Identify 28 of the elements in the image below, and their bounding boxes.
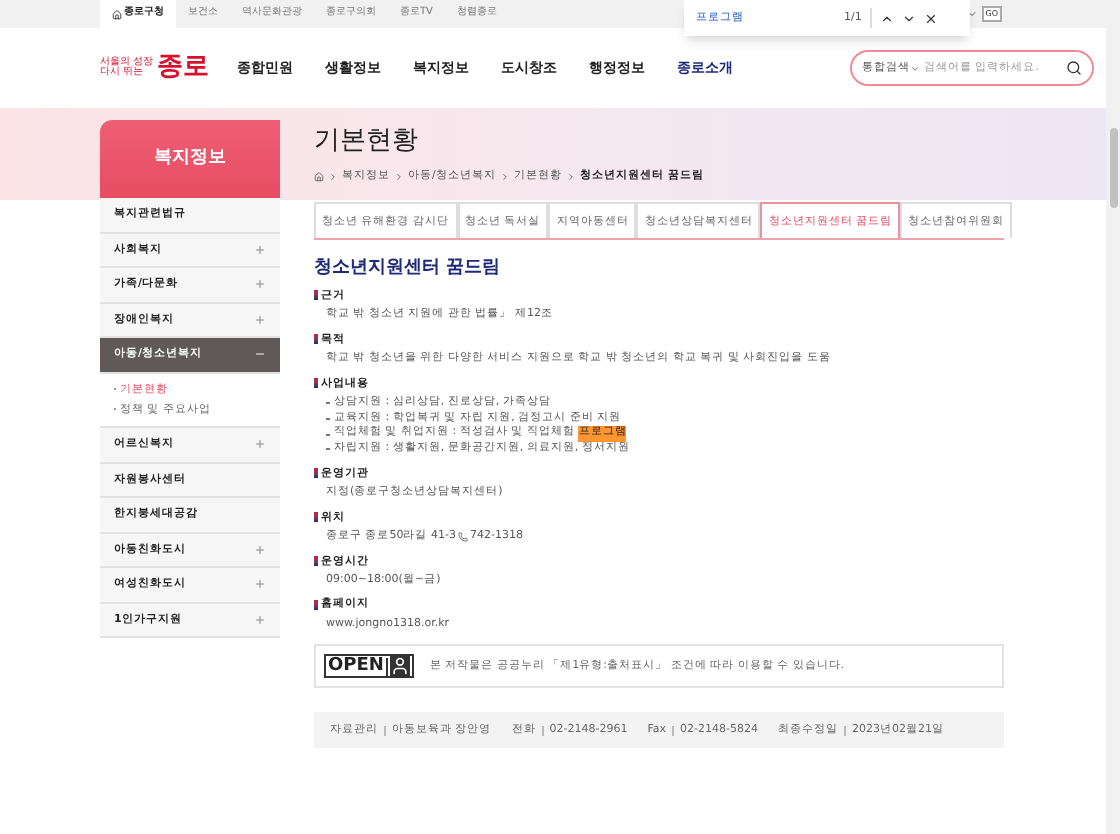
home-icon	[112, 9, 122, 19]
expand-icon	[254, 313, 266, 326]
phone-icon	[457, 532, 468, 543]
expand-icon	[254, 243, 266, 256]
caret-icon	[910, 63, 920, 73]
expand-icon	[254, 613, 266, 626]
section-heading: 청소년지원센터 꿈드림	[314, 256, 503, 283]
search-icon[interactable]	[1066, 60, 1082, 76]
expand-icon	[254, 543, 266, 556]
expand-icon	[254, 278, 266, 291]
person-icon	[389, 656, 410, 677]
logo-name: 종로	[157, 50, 210, 87]
previous-icon[interactable]	[879, 11, 894, 25]
page-title: 기본현황	[314, 128, 420, 154]
expand-icon	[254, 438, 266, 451]
collapse-icon	[254, 348, 266, 361]
caret-icon	[965, 8, 978, 20]
expand-icon	[254, 578, 266, 591]
chevron-icon	[565, 171, 576, 182]
chevron-icon	[499, 171, 510, 182]
chevron-icon	[394, 171, 404, 182]
open-license-badge: OPEN	[324, 654, 414, 679]
home-icon[interactable]	[314, 171, 324, 182]
scrollbar[interactable]	[1106, 0, 1120, 834]
next-icon[interactable]	[901, 11, 916, 25]
close-icon[interactable]	[923, 11, 938, 25]
sidebar-title: 복지정보	[100, 120, 280, 198]
chevron-icon	[328, 171, 338, 182]
